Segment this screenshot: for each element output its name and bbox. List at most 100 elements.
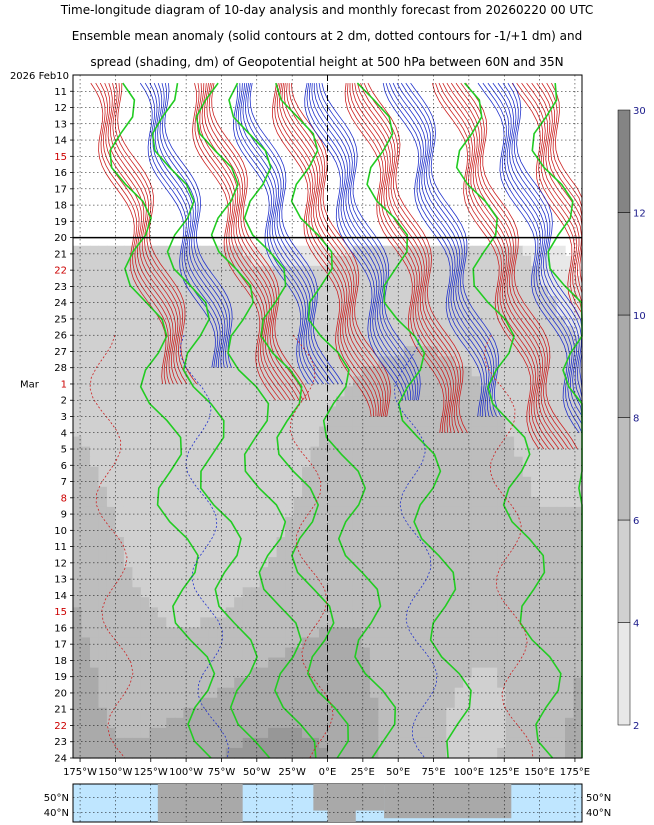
spread-cell	[106, 567, 117, 578]
spread-cell	[208, 386, 218, 398]
spread-cell	[242, 577, 252, 588]
spread-cell	[344, 597, 354, 608]
spread-cell	[302, 506, 312, 518]
spread-cell	[548, 727, 558, 739]
spread-cell	[106, 496, 117, 508]
spread-cell	[412, 627, 422, 639]
spread-cell	[488, 627, 498, 639]
spread-cell	[183, 426, 193, 438]
spread-cell	[395, 275, 405, 287]
y-tick-label: 9	[61, 510, 67, 521]
spread-cell	[335, 577, 346, 588]
spread-cell	[497, 637, 507, 649]
spread-cell	[89, 436, 100, 448]
spread-cell	[123, 747, 133, 759]
spread-cell	[395, 526, 405, 538]
spread-cell	[319, 496, 329, 508]
spread-cell	[268, 436, 278, 448]
spread-cell	[403, 727, 413, 739]
spread-cell	[191, 316, 201, 327]
spread-cell	[412, 577, 422, 588]
spread-cell	[132, 496, 142, 508]
spread-cell	[480, 587, 490, 598]
spread-cell	[556, 446, 566, 458]
spread-cell	[293, 597, 303, 608]
spread-cell	[471, 486, 481, 498]
spread-cell	[234, 446, 244, 458]
spread-cell	[268, 416, 278, 428]
spread-cell	[454, 336, 464, 347]
spread-cell	[386, 476, 396, 488]
spread-cell	[505, 436, 515, 448]
spread-cell	[454, 637, 464, 649]
spread-cell	[420, 516, 430, 528]
spread-cell	[319, 647, 329, 659]
spread-cell	[183, 597, 193, 608]
spread-cell	[420, 376, 430, 387]
spread-cell	[98, 456, 108, 468]
colorbar-label: 10	[633, 311, 646, 322]
spread-cell	[335, 386, 346, 398]
spread-cell	[480, 486, 490, 498]
spread-cell	[565, 526, 575, 538]
y-tick-label: 15	[54, 607, 67, 618]
spread-cell	[208, 436, 218, 448]
spread-cell	[522, 466, 532, 478]
spread-cell	[191, 597, 201, 608]
spread-cell	[225, 396, 235, 408]
spread-cell	[531, 557, 541, 568]
spread-cell	[488, 436, 498, 448]
spread-cell	[174, 687, 184, 699]
spread-cell	[81, 627, 91, 639]
spread-cell	[285, 526, 295, 538]
spread-cell	[514, 657, 524, 669]
spread-cell	[565, 727, 575, 739]
spread-cell	[454, 647, 464, 659]
spread-cell	[106, 677, 117, 689]
spread-cell	[403, 436, 413, 448]
spread-cell	[268, 476, 278, 488]
spread-cell	[514, 627, 524, 639]
spread-cell	[81, 647, 91, 659]
spread-cell	[497, 717, 507, 729]
spread-cell	[556, 677, 566, 689]
spread-cell	[480, 647, 490, 659]
spread-cell	[463, 456, 473, 468]
spread-cell	[565, 747, 575, 759]
spread-cell	[89, 737, 100, 749]
spread-cell	[98, 486, 108, 498]
spread-cell	[565, 637, 575, 649]
spread-cell	[132, 255, 142, 267]
spread-cell	[556, 727, 566, 739]
spread-cell	[548, 496, 558, 508]
spread-cell	[276, 737, 286, 749]
spread-cell	[251, 416, 261, 428]
spread-cell	[115, 436, 125, 448]
spread-cell	[556, 557, 566, 568]
spread-cell	[251, 316, 261, 327]
spread-cell	[488, 597, 498, 608]
spread-cell	[259, 446, 269, 458]
spread-cell	[89, 747, 100, 759]
spread-cell	[378, 486, 388, 498]
spread-cell	[505, 597, 515, 608]
spread-cell	[157, 677, 167, 689]
spread-cell	[217, 557, 227, 568]
spread-cell	[132, 376, 142, 387]
spread-cell	[556, 476, 566, 488]
spread-cell	[115, 677, 125, 689]
spread-cell	[200, 627, 210, 639]
spread-cell	[395, 677, 405, 689]
spread-cell	[429, 406, 439, 418]
spread-cell	[157, 577, 167, 588]
spread-cell	[149, 436, 159, 448]
spread-cell	[285, 426, 295, 438]
spread-cell	[386, 416, 396, 428]
spread-cell	[89, 396, 100, 408]
spread-cell	[429, 416, 439, 428]
spread-cell	[505, 697, 515, 709]
spread-cell	[73, 717, 83, 729]
spread-cell	[174, 406, 184, 418]
spread-cell	[293, 727, 303, 739]
spread-cell	[429, 747, 439, 759]
